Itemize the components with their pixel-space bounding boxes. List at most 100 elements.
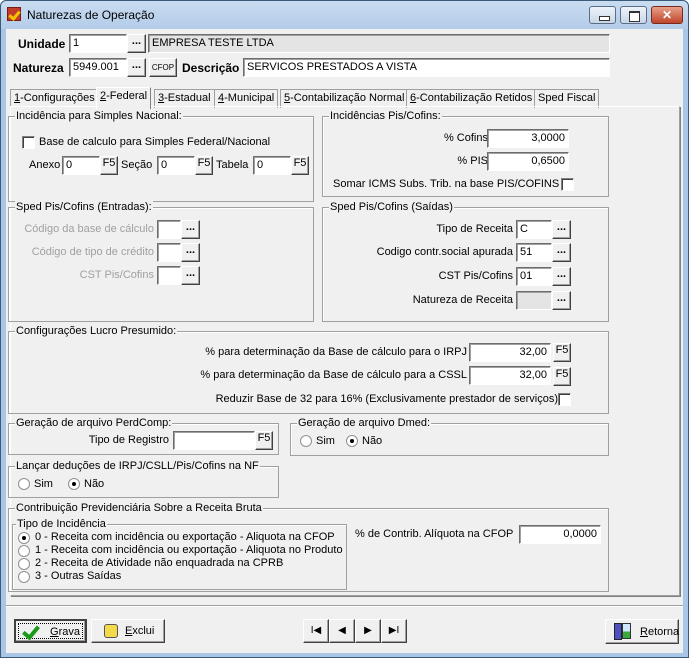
incidencia-label-2: 2 - Receita de Atividade não enquadrada … <box>35 557 284 569</box>
secao-input[interactable]: 0 <box>157 156 195 175</box>
cst-entradas-lookup[interactable]: ... <box>181 266 200 285</box>
unidade-lookup-button[interactable]: ... <box>127 34 146 53</box>
tabela-label: Tabela <box>216 159 249 171</box>
tabela-f5-button[interactable]: F5 <box>291 156 309 175</box>
codigo-contr-social-label: Codigo contr.social apurada <box>376 246 513 258</box>
eraser-icon <box>104 624 118 638</box>
maximize-button[interactable] <box>620 6 647 24</box>
cssl-label: % para determinação da Base de cálculo p… <box>200 369 467 381</box>
irpj-f5-button[interactable]: F5 <box>553 343 571 362</box>
perdcomp-group: Geração de arquivo PerdComp: Tipo de Reg… <box>8 417 279 455</box>
lucro-presumido-group: Configurações Lucro Presumido: % para de… <box>8 325 609 414</box>
previous-icon: ◀ <box>338 625 346 636</box>
codigo-contr-social-lookup[interactable]: ... <box>552 243 571 262</box>
codigo-tipo-credito-lookup[interactable]: ... <box>181 243 200 262</box>
dmed-sim-radio[interactable] <box>300 435 312 447</box>
codigo-base-calculo-input[interactable] <box>157 220 181 239</box>
reduzir-base-label: Reduzir Base de 32 para 16% (Exclusivame… <box>215 393 558 405</box>
next-record-button[interactable]: ▶ <box>355 619 381 643</box>
pis-cofins-group: Incidências Pis/Cofins: % Cofins 3,0000 … <box>322 110 609 197</box>
last-record-button[interactable]: ▶I <box>381 619 407 643</box>
cst-entradas-input[interactable] <box>157 266 181 285</box>
last-icon: ▶I <box>388 625 400 636</box>
natureza-receita-lookup[interactable]: ... <box>552 291 571 310</box>
incidencia-radio-3[interactable] <box>18 571 30 583</box>
unidade-name-field: EMPRESA TESTE LTDA <box>148 34 610 53</box>
close-button[interactable] <box>651 6 683 24</box>
previous-record-button[interactable]: ◀ <box>329 619 355 643</box>
tipo-registro-input[interactable] <box>173 431 255 450</box>
deducoes-nao-radio[interactable] <box>68 478 80 490</box>
natureza-lookup-button[interactable]: ... <box>127 58 146 77</box>
natureza-label: Natureza <box>13 61 64 75</box>
tab-federal[interactable]: 2-Federal <box>96 87 152 109</box>
first-record-button[interactable]: I◀ <box>303 619 329 643</box>
aliquota-cfop-input[interactable]: 0,0000 <box>519 525 601 544</box>
codigo-tipo-credito-label: Código de tipo de crédito <box>31 246 154 258</box>
minimize-button[interactable] <box>589 6 616 24</box>
unidade-label: Unidade <box>18 37 66 51</box>
secao-label: Seção <box>121 159 153 171</box>
natureza-receita-label: Natureza de Receita <box>412 294 513 306</box>
window: Naturezas de Operação Unidade 1 ... EMPR… <box>0 0 689 658</box>
incidencia-radio-2[interactable] <box>18 558 30 570</box>
simples-checkbox-label: Base de calculo para Simples Federal/Nac… <box>39 136 271 148</box>
incidencia-label-1: 1 - Receita com incidência ou exportação… <box>35 544 343 556</box>
simples-checkbox[interactable] <box>22 136 35 149</box>
cst-saidas-lookup[interactable]: ... <box>552 267 571 286</box>
retorna-button[interactable]: Retorna <box>605 619 679 644</box>
tipo-receita-input[interactable]: C <box>516 220 552 239</box>
somar-icms-label: Somar ICMS Subs. Trib. na base PIS/COFIN… <box>333 178 560 190</box>
descricao-input[interactable]: SERVICOS PRESTADOS A VISTA <box>243 58 610 77</box>
codigo-base-calculo-lookup[interactable]: ... <box>181 220 200 239</box>
dmed-nao-label: Não <box>362 435 383 447</box>
pis-input[interactable]: 0,6500 <box>487 152 569 171</box>
app-icon <box>7 7 21 21</box>
deducoes-title: Lançar deduções de IRPJ/CSLL/Pis/Cofins … <box>15 460 260 472</box>
cofins-input[interactable]: 3,0000 <box>487 129 569 148</box>
tabela-input[interactable]: 0 <box>253 156 291 175</box>
simples-title: Incidência para Simples Nacional: <box>15 110 183 122</box>
natureza-input[interactable]: 5949.001 <box>69 58 127 77</box>
pis-cofins-title: Incidências Pis/Cofins: <box>329 110 442 122</box>
door-frame-icon <box>622 623 631 639</box>
cofins-label: % Cofins <box>443 132 488 144</box>
dmed-nao-radio[interactable] <box>346 435 358 447</box>
deducoes-sim-label: Sim <box>34 478 53 490</box>
incidencia-radio-0[interactable] <box>18 532 30 544</box>
cst-saidas-label: CST Pis/Cofins <box>438 270 513 282</box>
grava-button[interactable]: Grava <box>14 619 87 643</box>
tipo-incidencia-group: Tipo de Incidência 0 - Receita com incid… <box>12 518 347 590</box>
natureza-receita-input[interactable] <box>516 291 552 310</box>
cssl-input[interactable]: 32,00 <box>469 366 551 385</box>
sped-saidas-title: Sped Pis/Cofins (Saídas) <box>329 201 454 213</box>
cfop-button[interactable]: CFOP <box>149 58 177 77</box>
cprb-group: Contribuição Previdenciária Sobre a Rece… <box>8 502 609 592</box>
anexo-f5-button[interactable]: F5 <box>100 156 118 175</box>
reduzir-base-checkbox[interactable] <box>558 393 571 406</box>
incidencia-label-3: 3 - Outras Saídas <box>35 570 122 582</box>
unidade-input[interactable]: 1 <box>69 34 127 53</box>
aliquota-cfop-label: % de Contrib. Alíquota na CFOP <box>355 528 514 540</box>
anexo-input[interactable]: 0 <box>62 156 100 175</box>
tipo-receita-label: Tipo de Receita <box>436 223 513 235</box>
cst-saidas-input[interactable]: 01 <box>516 267 552 286</box>
incidencia-radio-1[interactable] <box>18 545 30 557</box>
sped-entradas-title: Sped Pis/Cofins (Entradas): <box>15 201 153 213</box>
descricao-label: Descrição <box>182 61 240 75</box>
lucro-presumido-title: Configurações Lucro Presumido: <box>15 325 178 337</box>
codigo-contr-social-input[interactable]: 51 <box>516 243 552 262</box>
codigo-base-calculo-label: Código da base de cálculo <box>24 223 154 235</box>
tipo-registro-f5-button[interactable]: F5 <box>255 431 273 450</box>
sped-entradas-group: Sped Pis/Cofins (Entradas): Código da ba… <box>8 201 314 322</box>
exclui-button[interactable]: Exclui <box>91 619 165 643</box>
tipo-receita-lookup[interactable]: ... <box>552 220 571 239</box>
deducoes-group: Lançar deduções de IRPJ/CSLL/Pis/Cofins … <box>8 460 279 498</box>
irpj-input[interactable]: 32,00 <box>469 343 551 362</box>
secao-f5-button[interactable]: F5 <box>195 156 213 175</box>
deducoes-sim-radio[interactable] <box>18 478 30 490</box>
cssl-f5-button[interactable]: F5 <box>553 367 571 386</box>
simples-group: Incidência para Simples Nacional: Base d… <box>8 110 314 202</box>
somar-icms-checkbox[interactable] <box>561 178 574 191</box>
codigo-tipo-credito-input[interactable] <box>157 243 181 262</box>
